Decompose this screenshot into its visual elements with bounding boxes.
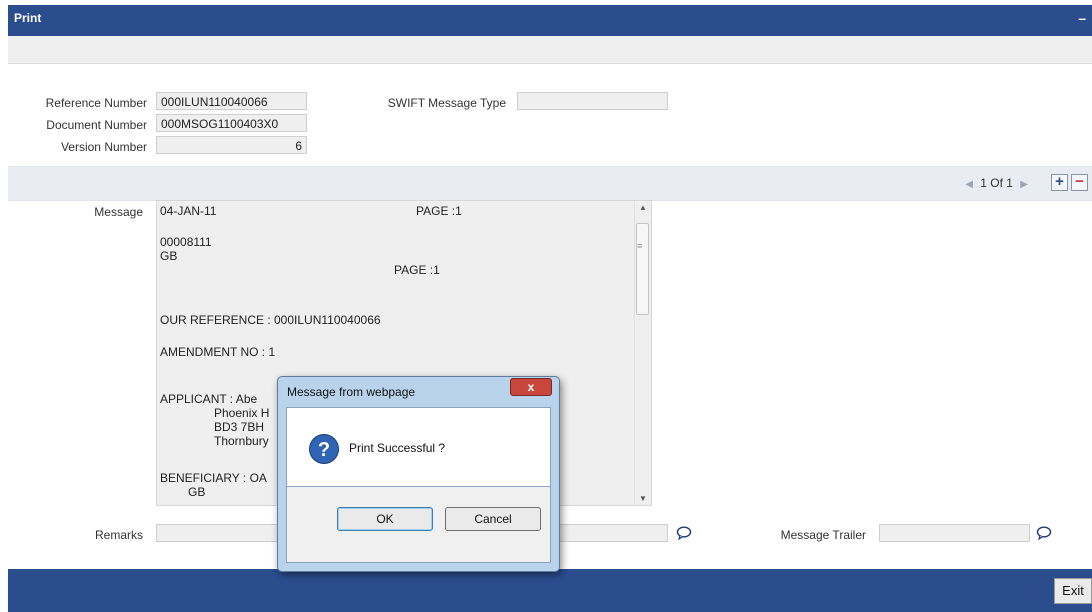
- message-trailer-comment-icon[interactable]: [1036, 526, 1052, 540]
- window-title: Print: [14, 11, 42, 25]
- scroll-thumb[interactable]: [636, 223, 649, 315]
- message-trailer-field[interactable]: [879, 524, 1030, 542]
- reference-number-label: Reference Number: [45, 96, 147, 110]
- add-row-button[interactable]: +: [1051, 174, 1068, 191]
- question-icon: ?: [309, 434, 339, 464]
- message-line-beneficiary: BENEFICIARY : OA: [160, 471, 267, 485]
- footer-bar: Exit: [8, 569, 1092, 612]
- exit-button[interactable]: Exit: [1054, 578, 1092, 604]
- message-dialog: Message from webpage x ? Print Successfu…: [277, 376, 560, 572]
- swift-message-type-field[interactable]: [517, 92, 668, 110]
- message-line-page2: PAGE :1: [394, 263, 440, 277]
- dialog-close-button[interactable]: x: [510, 378, 552, 396]
- version-number-label: Version Number: [60, 140, 147, 154]
- pager: ◀ 1 Of 1 ▶: [961, 176, 1032, 190]
- reference-number-field[interactable]: 000ILUN110040066: [156, 92, 307, 110]
- page-indicator: 1 Of 1: [980, 176, 1013, 190]
- message-line-applicant: APPLICANT : Abe: [160, 392, 258, 406]
- message-line-page1: PAGE :1: [416, 204, 462, 218]
- dialog-body: ? Print Successful ?: [286, 407, 551, 487]
- message-scrollbar[interactable]: ▲ ≡ ▼: [634, 201, 651, 505]
- message-line-code: 00008111: [160, 235, 212, 249]
- dialog-footer: OK Cancel: [286, 487, 551, 563]
- document-number-label: Document Number: [46, 118, 147, 132]
- message-trailer-label: Message Trailer: [780, 528, 866, 542]
- document-number-field[interactable]: 000MSOG1100403X0: [156, 114, 307, 132]
- swift-message-type-label: SWIFT Message Type: [387, 96, 506, 110]
- scroll-up-icon[interactable]: ▲: [639, 203, 647, 212]
- message-line-amendment: AMENDMENT NO : 1: [160, 345, 276, 359]
- prev-page-icon[interactable]: ◀: [965, 179, 973, 190]
- minimize-button[interactable]: –: [1078, 10, 1086, 26]
- dialog-title: Message from webpage: [287, 385, 416, 399]
- toolbar-strip: [8, 36, 1092, 64]
- next-page-icon[interactable]: ▶: [1020, 179, 1028, 190]
- remove-row-button[interactable]: −: [1071, 174, 1088, 191]
- dialog-ok-button[interactable]: OK: [337, 507, 433, 531]
- message-line-our-reference: OUR REFERENCE : 000ILUN110040066: [160, 313, 381, 327]
- message-line-country2: GB: [188, 485, 206, 499]
- message-line-country1: GB: [160, 249, 178, 263]
- dialog-cancel-button[interactable]: Cancel: [445, 507, 541, 531]
- message-line-addr1: Phoenix H: [214, 406, 270, 420]
- remarks-comment-icon[interactable]: [676, 526, 692, 540]
- message-line-date: 04-JAN-11: [160, 204, 217, 218]
- pager-bar: ◀ 1 Of 1 ▶ + −: [8, 166, 1092, 201]
- window-titlebar: Print –: [8, 5, 1092, 36]
- scroll-grip-icon: ≡: [637, 241, 643, 251]
- message-line-addr2: BD3 7BH: [214, 420, 265, 434]
- remarks-label: Remarks: [94, 528, 143, 542]
- scroll-down-icon[interactable]: ▼: [639, 494, 647, 503]
- message-label: Message: [94, 205, 143, 219]
- dialog-message: Print Successful ?: [349, 441, 446, 455]
- message-line-addr3: Thornbury: [214, 434, 269, 448]
- version-number-field[interactable]: 6: [156, 136, 307, 154]
